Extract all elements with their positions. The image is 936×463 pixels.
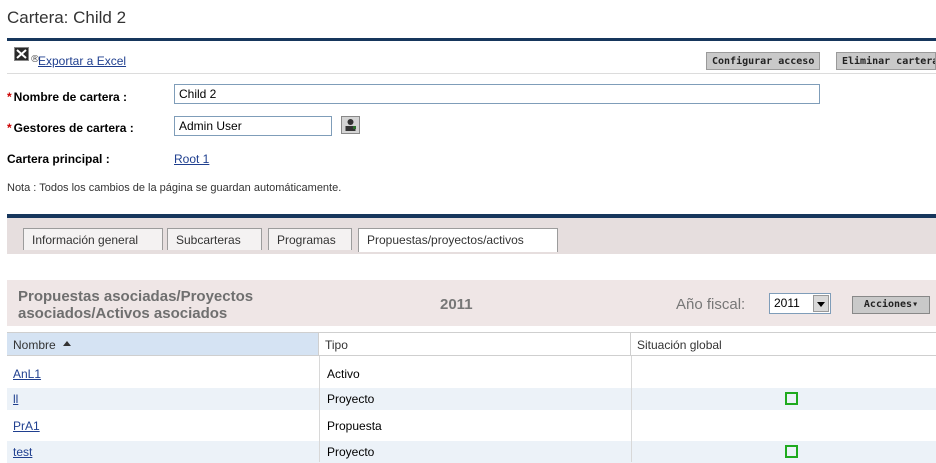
tab-general-info[interactable]: Información general [23, 228, 163, 250]
tab-proposals-projects-assets[interactable]: Propuestas/proyectos/activos [358, 228, 558, 252]
portfolio-name-input[interactable]: Child 2 [174, 84, 820, 104]
configure-access-button[interactable]: Configurar acceso [706, 52, 821, 70]
page-title: Cartera: Child 2 [7, 8, 127, 27]
excel-icon[interactable] [14, 47, 29, 61]
row-name-link[interactable]: ll [13, 388, 18, 410]
parent-portfolio-label: Cartera principal : [7, 152, 110, 166]
chevron-down-icon[interactable] [813, 295, 829, 312]
tab-programs[interactable]: Programas [268, 228, 352, 250]
portfolio-managers-input[interactable]: Admin User [174, 116, 332, 136]
status-green-icon [785, 392, 798, 405]
table-row: ll Proyecto [7, 388, 936, 410]
table-row: AnL1 Activo [7, 363, 936, 385]
column-header-name[interactable]: Nombre [7, 332, 319, 356]
fiscal-year-label: Año fiscal: [676, 296, 746, 313]
row-name-link[interactable]: test [13, 441, 32, 463]
row-type: Proyecto [327, 445, 375, 459]
toolbar-divider [7, 73, 936, 74]
panel-title: Propuestas asociadas/Proyectos asociados… [18, 288, 254, 322]
delete-portfolio-button[interactable]: Eliminar cartera [836, 52, 936, 70]
tab-subportfolios[interactable]: Subcarteras [167, 228, 262, 250]
fiscal-year-select[interactable]: 2011 [769, 293, 831, 314]
column-divider [319, 356, 320, 462]
export-excel-link[interactable]: Exportar a Excel [38, 54, 126, 68]
table-row: test Proyecto [7, 441, 936, 463]
row-name-link[interactable]: AnL1 [13, 363, 41, 385]
portfolio-managers-label: * Gestores de cartera : [7, 121, 134, 135]
row-type: Propuesta [327, 419, 382, 433]
actions-button[interactable]: Acciones▾ [852, 296, 930, 314]
row-type: Proyecto [327, 392, 375, 406]
sort-ascending-icon [63, 341, 72, 346]
row-name-link[interactable]: PrA1 [13, 415, 40, 437]
column-header-status[interactable]: Situación global [631, 332, 936, 356]
user-picker-icon[interactable] [341, 116, 360, 134]
panel-year: 2011 [440, 296, 473, 313]
parent-portfolio-link[interactable]: Root 1 [174, 152, 209, 166]
row-type: Activo [327, 367, 360, 381]
autosave-note: Nota : Todos los cambios de la página se… [7, 182, 342, 194]
column-header-type[interactable]: Tipo [319, 332, 631, 356]
status-green-icon [785, 445, 798, 458]
table-row: PrA1 Propuesta [7, 415, 936, 437]
portfolio-name-label: * Nombre de cartera : [7, 90, 128, 104]
column-divider [631, 356, 632, 462]
title-divider [7, 38, 936, 41]
